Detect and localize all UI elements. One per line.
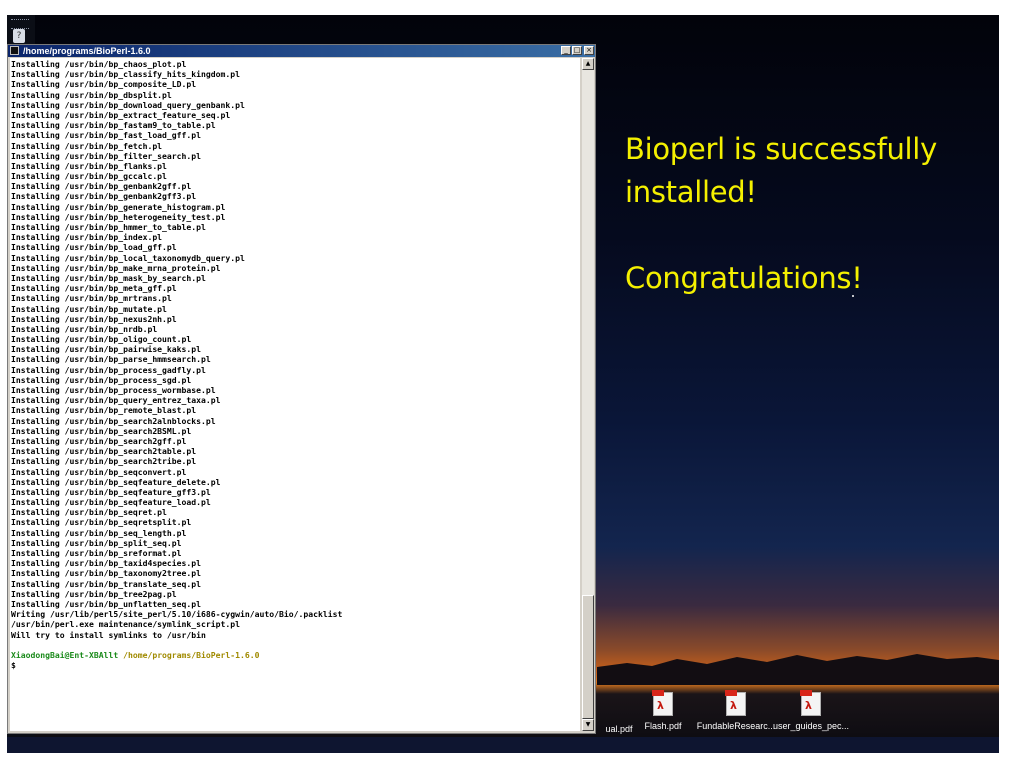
console-line: Installing /usr/bin/bp_seqfeature_delete… (11, 476, 221, 487)
close-button[interactable]: × (584, 46, 594, 55)
console-line: Installing /usr/bin/bp_seq_length.pl (11, 527, 187, 538)
file-label: FundableResearc... (696, 721, 776, 731)
console-line: Installing /usr/bin/bp_genbank2gff3.pl (11, 191, 197, 202)
console-line: Installing /usr/bin/bp_generate_histogra… (11, 201, 226, 212)
console-line: Installing /usr/bin/bp_search2gff.pl (11, 435, 187, 446)
console-line: Installing /usr/bin/bp_nexus2nh.pl (11, 313, 177, 324)
console-line: Installing /usr/bin/bp_process_gadfly.pl (11, 364, 206, 375)
pdf-icon (652, 690, 673, 716)
console-line: Installing /usr/bin/bp_seqfeature_gff3.p… (11, 486, 211, 497)
console-line: Installing /usr/bin/bp_download_query_ge… (11, 99, 245, 110)
console-line: Installing /usr/bin/bp_index.pl (11, 232, 163, 243)
console-line: Installing /usr/bin/bp_seqconvert.pl (11, 466, 187, 477)
console-line: Installing /usr/bin/bp_sreformat.pl (11, 548, 182, 558)
console-line: Installing /usr/bin/bp_gccalc.pl (11, 171, 167, 182)
console-line: Installing /usr/bin/bp_classify_hits_kin… (11, 69, 241, 80)
shell-prompt: XiaodongBai@Ent-XBAllt /home/programs/Bi… (11, 650, 342, 660)
desktop-file-flash-pdf[interactable]: Flash.pdf (623, 690, 703, 731)
scrollbar-thumb[interactable] (582, 595, 594, 719)
console-line: Installing /usr/bin/bp_search2table.pl (11, 446, 197, 457)
window-titlebar[interactable]: /home/programs/BioPerl-1.6.0 _ □ × (8, 45, 595, 57)
console-line: Installing /usr/bin/bp_hmmer_to_table.pl (11, 222, 206, 232)
console-line: Installing /usr/bin/bp_dbsplit.pl (11, 89, 172, 100)
console-line: Installing /usr/bin/bp_oligo_count.pl (11, 334, 192, 345)
console-line: Installing /usr/bin/bp_seqfeature_load.p… (11, 497, 211, 508)
console-line: Installing /usr/bin/bp_seqretsplit.pl (11, 517, 192, 528)
console-line: Installing /usr/bin/bp_flanks.pl (11, 160, 167, 171)
console-line: Installing /usr/bin/bp_filter_search.pl (11, 150, 202, 161)
console-line: Installing /usr/bin/bp_meta_gff.pl (11, 283, 177, 294)
console-line: Installing /usr/bin/bp_mrtrans.pl (11, 293, 172, 304)
console-line: Installing /usr/bin/bp_translate_seq.pl (11, 578, 202, 589)
console-line: Installing /usr/bin/bp_chaos_plot.pl (11, 59, 187, 69)
window-title: /home/programs/BioPerl-1.6.0 (23, 46, 151, 56)
maximize-button[interactable]: □ (572, 46, 582, 55)
console-line: Installing /usr/bin/bp_seqret.pl (11, 507, 167, 518)
terminal-icon[interactable] (10, 46, 19, 55)
desktop-file-fundableresearch-pdf[interactable]: FundableResearc... (696, 690, 776, 731)
console-line: Installing /usr/bin/bp_mutate.pl (11, 303, 167, 314)
console-line: Installing /usr/bin/bp_genbank2gff.pl (11, 181, 192, 192)
file-label: Flash.pdf (644, 721, 682, 731)
console-line: Installing /usr/bin/bp_local_taxonomydb_… (11, 252, 245, 263)
console-line: Installing /usr/bin/bp_fetch.pl (11, 140, 163, 151)
prompt-path: /home/programs/BioPerl-1.6.0 (123, 649, 260, 660)
pdf-icon (725, 690, 746, 716)
prompt-user-host: XiaodongBai@Ent-XBAllt (11, 649, 119, 660)
console-line: Installing /usr/bin/bp_tree2pag.pl (11, 588, 177, 599)
console-line: Installing /usr/bin/bp_unflatten_seq.pl (11, 598, 202, 609)
scroll-up-arrow-icon[interactable]: ▲ (582, 58, 594, 70)
console-line: Installing /usr/bin/bp_nrdb.pl (11, 323, 158, 334)
file-label: user_guides_pec... (772, 721, 850, 731)
pdf-icon (800, 690, 821, 716)
prompt-input-line[interactable]: $ (11, 660, 342, 670)
console-line: Installing /usr/bin/bp_taxid4species.pl (11, 558, 202, 569)
console-line: Installing /usr/bin/bp_load_gff.pl (11, 242, 177, 253)
console-line: Writing /usr/lib/perl5/site_perl/5.10/i6… (11, 609, 343, 620)
console-line: Installing /usr/bin/bp_extract_feature_s… (11, 109, 231, 120)
scroll-down-arrow-icon[interactable]: ▼ (582, 719, 594, 731)
console-line: Installing /usr/bin/bp_fast_load_gff.pl (11, 130, 202, 141)
console-line: Installing /usr/bin/bp_heterogeneity_tes… (11, 211, 226, 222)
terminal-window[interactable]: /home/programs/BioPerl-1.6.0 _ □ × Insta… (7, 44, 596, 734)
console-line: Installing /usr/bin/bp_split_seq.pl (11, 537, 182, 548)
console-line: /usr/bin/perl.exe maintenance/symlink_sc… (11, 619, 241, 630)
minimize-button[interactable]: _ (561, 46, 571, 55)
console-line: Installing /usr/bin/bp_mask_by_search.pl (11, 272, 206, 283)
desktop-file-user-guides-pdf[interactable]: user_guides_pec... (771, 690, 851, 731)
console-line: Installing /usr/bin/bp_process_sgd.pl (11, 374, 192, 385)
terminal-output-area[interactable]: Installing /usr/bin/bp_chaos_plot.pl Inst… (10, 58, 580, 731)
console-output: Installing /usr/bin/bp_chaos_plot.pl Inst… (11, 59, 342, 670)
console-line: Installing /usr/bin/bp_remote_blast.pl (11, 405, 197, 416)
console-line: Will try to install symlinks to /usr/bin (11, 629, 206, 640)
console-line: Installing /usr/bin/bp_fastam9_to_table.… (11, 120, 216, 131)
console-line: Installing /usr/bin/bp_process_wormbase.… (11, 385, 216, 395)
vertical-scrollbar[interactable]: ▲ ▼ (582, 58, 594, 731)
console-line: Installing /usr/bin/bp_search2BSML.pl (11, 425, 192, 436)
console-line: Installing /usr/bin/bp_pairwise_kaks.pl (11, 344, 202, 355)
console-line: Installing /usr/bin/bp_make_mrna_protein… (11, 262, 221, 273)
console-line: Installing /usr/bin/bp_search2tribe.pl (11, 456, 197, 467)
console-line: Installing /usr/bin/bp_search2alnblocks.… (11, 415, 216, 426)
console-line: Installing /usr/bin/bp_query_entrez_taxa… (11, 395, 221, 406)
console-line: Installing /usr/bin/bp_taxonomy2tree.pl (11, 568, 202, 579)
console-line: Installing /usr/bin/bp_composite_LD.pl (11, 79, 197, 90)
console-line: Installing /usr/bin/bp_parse_hmmsearch.p… (11, 354, 211, 365)
